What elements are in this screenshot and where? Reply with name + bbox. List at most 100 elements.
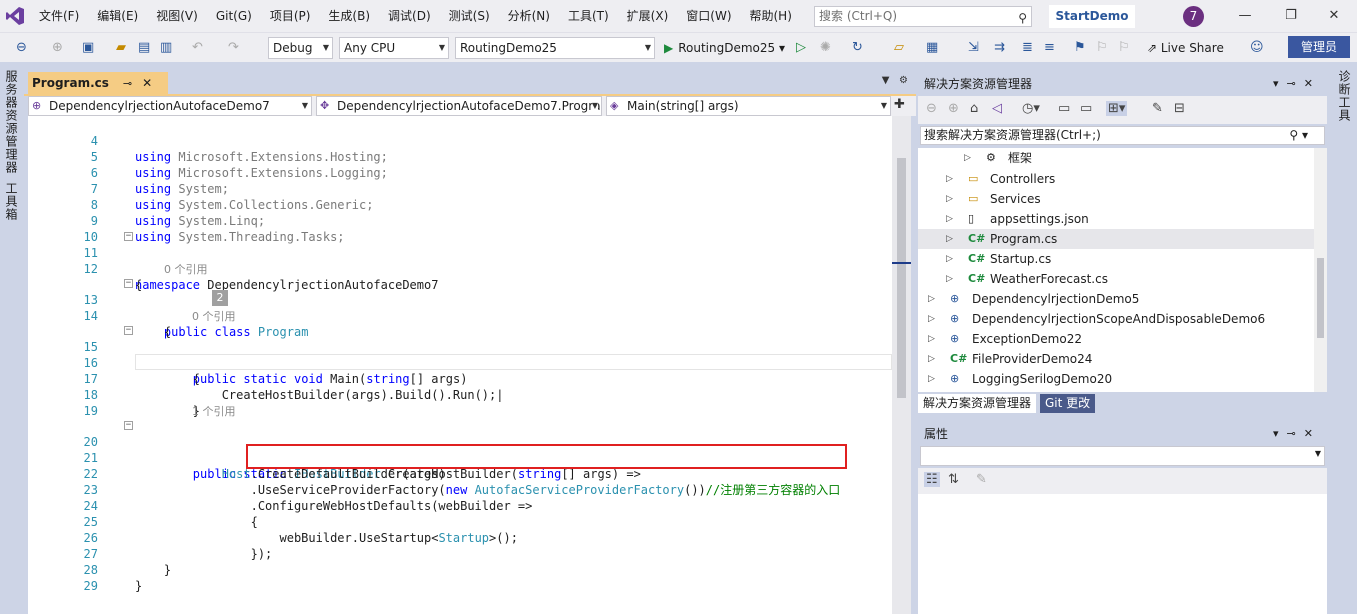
close-window-icon[interactable]: ✕ bbox=[1311, 0, 1357, 32]
tree-item-project[interactable]: ▷ ⊕ DependencylrjectionScopeAndDisposabl… bbox=[918, 309, 1314, 329]
account-avatar[interactable]: 7 bbox=[1183, 6, 1204, 27]
tree-item-controllers[interactable]: ▷ ▭ Controllers bbox=[918, 169, 1314, 189]
history-icon[interactable]: ◷▾ bbox=[1022, 101, 1040, 116]
forward-icon[interactable]: ⊕ bbox=[948, 101, 959, 116]
properties-object-select[interactable]: ▼ bbox=[920, 446, 1325, 466]
panel-controls-icon[interactable]: ▾⊸✕ bbox=[1273, 424, 1321, 444]
startup-project-select[interactable]: RoutingDemo25 ▼ bbox=[455, 37, 655, 59]
navigate-back-icon[interactable]: ⊖ bbox=[16, 37, 27, 59]
codelens-references[interactable]: 0 个引用 bbox=[164, 261, 208, 277]
menu-file[interactable]: 文件(F) bbox=[30, 0, 88, 32]
tree-item-project[interactable]: ▷ C# FileProviderDemo24 bbox=[918, 349, 1314, 369]
split-editor-icon[interactable]: ✚ bbox=[894, 97, 905, 112]
search-icon: ⚲ bbox=[1018, 11, 1027, 25]
tree-item-startup-cs[interactable]: ▷ C# Startup.cs bbox=[918, 249, 1314, 269]
tree-item-project[interactable]: ▷ ⊕ DependencylrjectionDemo5 bbox=[918, 289, 1314, 309]
collapse-all-icon[interactable]: ▭ bbox=[1058, 101, 1070, 116]
panel-controls-icon[interactable]: ▾⊸✕ bbox=[1273, 74, 1321, 94]
global-search-input[interactable]: 搜索 (Ctrl+Q) ⚲ bbox=[814, 6, 1032, 27]
menu-build[interactable]: 生成(B) bbox=[319, 0, 379, 32]
properties-wrench-icon[interactable]: ✎ bbox=[1152, 101, 1163, 116]
step-icon[interactable]: ⇲ bbox=[968, 37, 979, 59]
tree-item-project[interactable]: ▷ ⊕ ExceptionDemo22 bbox=[918, 329, 1314, 349]
solution-explorer-search-input[interactable]: 搜索解决方案资源管理器(Ctrl+;) ⚲ ▾ bbox=[920, 126, 1325, 145]
menu-extensions[interactable]: 扩展(X) bbox=[618, 0, 678, 32]
save-icon[interactable]: ▤ bbox=[138, 37, 150, 59]
open-folder-icon[interactable]: ▰ bbox=[116, 37, 126, 59]
menu-bar: 文件(F) 编辑(E) 视图(V) Git(G) 项目(P) 生成(B) 调试(… bbox=[0, 0, 1357, 32]
collapse-icon[interactable]: − bbox=[124, 232, 133, 241]
menu-analyze[interactable]: 分析(N) bbox=[499, 0, 559, 32]
start-debugging-button[interactable]: ▶ RoutingDemo25 ▾ bbox=[664, 37, 785, 59]
navigate-forward-icon[interactable]: ⊕ bbox=[52, 37, 63, 59]
diagnostic-tools-tab[interactable]: 诊断工具 bbox=[1336, 70, 1353, 122]
editor-vertical-scrollbar[interactable] bbox=[892, 116, 911, 614]
live-share-button[interactable]: ⇗ Live Share bbox=[1147, 37, 1224, 59]
tree-item-framework[interactable]: ▷ ⚙ 框架 bbox=[918, 148, 1314, 168]
code-editor[interactable]: 4 using Microsoft.Extensions.Hosting; 5 … bbox=[28, 116, 892, 614]
feedback-icon[interactable]: ☺ bbox=[1250, 37, 1264, 59]
server-explorer-tab[interactable]: 服务器资源管理器 bbox=[3, 70, 20, 174]
vs-switch-icon[interactable]: ◁ bbox=[992, 101, 1002, 116]
tab-solution-explorer[interactable]: 解决方案资源管理器 bbox=[918, 394, 1037, 413]
show-all-files-icon[interactable]: ▭ bbox=[1080, 101, 1092, 116]
menu-debug[interactable]: 调试(D) bbox=[379, 0, 440, 32]
save-all-icon[interactable]: ▥ bbox=[160, 37, 172, 59]
member-nav-select[interactable]: ◈ Main(string[] args) ▼ bbox=[606, 96, 891, 116]
class-nav-select[interactable]: ✥ DependencylrjectionAutofaceDemo7.Progr… bbox=[316, 96, 602, 116]
collapse-icon[interactable]: − bbox=[124, 421, 133, 430]
browse-folder-icon[interactable]: ▱ bbox=[894, 37, 904, 59]
menu-window[interactable]: 窗口(W) bbox=[677, 0, 740, 32]
bookmark-icon[interactable]: ⚑ bbox=[1074, 37, 1086, 59]
codelens-references[interactable]: 1 个引用 bbox=[192, 403, 236, 419]
solution-tree-scrollbar[interactable] bbox=[1314, 148, 1327, 392]
scroll-thumb[interactable] bbox=[897, 158, 906, 398]
layout-icon[interactable]: ▦ bbox=[926, 37, 938, 59]
redo-icon[interactable]: ↷ bbox=[228, 37, 239, 59]
close-tab-icon[interactable]: ✕ bbox=[142, 76, 152, 90]
home-icon[interactable]: ⌂ bbox=[970, 101, 978, 116]
menu-edit[interactable]: 编辑(E) bbox=[88, 0, 147, 32]
menu-project[interactable]: 项目(P) bbox=[261, 0, 320, 32]
hot-reload-icon[interactable]: ✺ bbox=[820, 37, 831, 59]
comment-icon[interactable]: ≣ bbox=[1022, 37, 1033, 59]
uncomment-icon[interactable]: ≡ bbox=[1044, 37, 1055, 59]
menu-view[interactable]: 视图(V) bbox=[147, 0, 207, 32]
refresh-icon[interactable]: ↻ bbox=[852, 37, 863, 59]
project-nav-select[interactable]: ⊕ DependencylrjectionAutofaceDemo7 ▼ bbox=[28, 96, 312, 116]
undo-icon[interactable]: ↶ bbox=[192, 37, 203, 59]
start-without-debugging-icon[interactable]: ▷ bbox=[796, 37, 806, 59]
scroll-thumb[interactable] bbox=[1317, 258, 1324, 338]
bookmark-prev-icon[interactable]: ⚐ bbox=[1096, 37, 1108, 59]
menu-test[interactable]: 测试(S) bbox=[440, 0, 499, 32]
toolbox-tab[interactable]: 工具箱 bbox=[3, 182, 20, 221]
pin-icon[interactable]: ⊸ bbox=[123, 77, 132, 90]
property-pages-icon[interactable]: ✎ bbox=[976, 472, 987, 487]
tab-git-changes[interactable]: Git 更改 bbox=[1040, 394, 1096, 413]
tab-dropdown-icon[interactable]: ▼ ⚙ bbox=[882, 75, 908, 86]
tree-item-weatherforecast-cs[interactable]: ▷ C# WeatherForecast.cs bbox=[918, 269, 1314, 289]
tree-item-program-cs[interactable]: ▷ C# Program.cs bbox=[918, 229, 1314, 249]
categorized-icon[interactable]: ☷ bbox=[924, 472, 940, 487]
restore-icon[interactable]: ❐ bbox=[1268, 0, 1314, 32]
preview-icon[interactable]: ⊟ bbox=[1174, 101, 1185, 116]
new-project-icon[interactable]: ▣ bbox=[82, 37, 94, 59]
breakpoint-icon[interactable]: ⇉ bbox=[994, 37, 1005, 59]
tab-program-cs[interactable]: Program.cs ⊸ ✕ bbox=[28, 72, 168, 94]
minimize-icon[interactable]: — bbox=[1222, 0, 1268, 32]
tree-item-services[interactable]: ▷ ▭ Services bbox=[918, 189, 1314, 209]
tree-item-project[interactable]: ▷ ⊕ LoggingSerilogDemo20 bbox=[918, 369, 1314, 389]
menu-tools[interactable]: 工具(T) bbox=[559, 0, 618, 32]
alphabetical-icon[interactable]: ⇅ bbox=[948, 472, 959, 487]
platform-select[interactable]: Any CPU ▼ bbox=[339, 37, 449, 59]
menu-git[interactable]: Git(G) bbox=[207, 0, 261, 32]
collapse-icon[interactable]: − bbox=[124, 326, 133, 335]
codelens-references[interactable]: 0 个引用 bbox=[192, 308, 236, 324]
tree-item-appsettings[interactable]: ▷ ▯ appsettings.json bbox=[918, 209, 1314, 229]
configuration-select[interactable]: Debug ▼ bbox=[268, 37, 333, 59]
sync-active-icon[interactable]: ⊞▾ bbox=[1106, 101, 1128, 116]
collapse-icon[interactable]: − bbox=[124, 279, 133, 288]
back-icon[interactable]: ⊖ bbox=[926, 101, 937, 116]
bookmark-next-icon[interactable]: ⚐ bbox=[1118, 37, 1130, 59]
menu-help[interactable]: 帮助(H) bbox=[741, 0, 801, 32]
